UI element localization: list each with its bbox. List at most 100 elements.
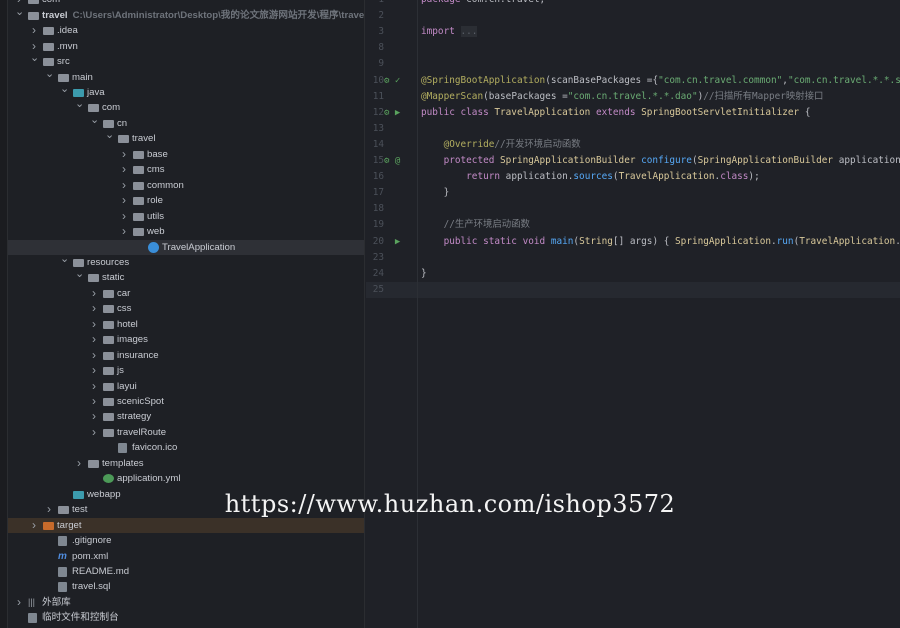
chevron-right-icon[interactable]: › <box>120 193 128 208</box>
tree-item[interactable]: application.yml <box>8 471 364 486</box>
tree-item[interactable]: ⌄ travel <box>8 128 364 146</box>
tree-item[interactable]: ⌄ resources <box>8 252 364 270</box>
chevron-down-icon[interactable]: ⌄ <box>60 82 69 97</box>
line-number: 2 <box>378 10 384 22</box>
tree-item[interactable]: ⌄ src <box>8 51 364 69</box>
chevron-right-icon[interactable]: › <box>75 456 83 471</box>
chevron-right-icon[interactable]: › <box>90 286 98 301</box>
code-line[interactable]: 13 <box>366 121 900 137</box>
tree-item[interactable]: › cms <box>8 162 364 177</box>
code-line[interactable]: 15 ⚙ @ protected SpringApplicationBuilder… <box>366 153 900 169</box>
code-line[interactable]: 11 @MapperScan(basePackages ="com.cn.trav… <box>366 89 900 105</box>
tree-item[interactable]: › templates <box>8 456 364 471</box>
tree-item[interactable]: › js <box>8 363 364 378</box>
tree-item[interactable]: › scenicSpot <box>8 394 364 409</box>
code-line[interactable]: 9 <box>366 56 900 72</box>
tree-item[interactable]: README.md <box>8 564 364 579</box>
tree-item[interactable]: › web <box>8 224 364 239</box>
tree-item[interactable]: ⌄ static <box>8 267 364 285</box>
code-line[interactable]: 8 <box>366 40 900 56</box>
tree-item[interactable]: ⌄ travel C:\Users\Administrator\Desktop\我的… <box>8 5 364 23</box>
tree-item[interactable]: › layui <box>8 379 364 394</box>
folder-icon <box>103 367 114 376</box>
tree-item[interactable]: › role <box>8 193 364 208</box>
tree-item[interactable]: › utils <box>8 209 364 224</box>
package-icon <box>133 197 144 206</box>
chevron-right-icon[interactable]: › <box>90 332 98 347</box>
chevron-down-icon[interactable]: ⌄ <box>75 267 84 282</box>
tree-item[interactable]: 临时文件和控制台 <box>8 610 364 625</box>
chevron-right-icon[interactable]: › <box>120 178 128 193</box>
chevron-down-icon[interactable]: ⌄ <box>90 113 99 128</box>
watermark: https://www.huzhan.com/ishop3572 <box>224 490 676 518</box>
line-number: 18 <box>372 203 384 215</box>
chevron-right-icon[interactable]: › <box>120 147 128 162</box>
code-line[interactable]: 16 return application.sources(TravelAppl… <box>366 169 900 185</box>
chevron-down-icon[interactable]: ⌄ <box>105 128 114 143</box>
code-line[interactable]: 14 @Override//开发环境启动函数 <box>366 137 900 153</box>
tree-item[interactable]: › .idea <box>8 23 364 38</box>
tree-item[interactable]: travel.sql <box>8 579 364 594</box>
chevron-right-icon[interactable]: › <box>90 363 98 378</box>
tree-item[interactable]: m pom.xml <box>8 549 364 564</box>
tree-item[interactable]: › images <box>8 332 364 347</box>
code-line[interactable]: 3 import ... <box>366 24 900 40</box>
tree-item[interactable]: › css <box>8 301 364 316</box>
tree-item[interactable]: › .mvn <box>8 39 364 54</box>
chevron-right-icon[interactable]: › <box>120 209 128 224</box>
tree-item[interactable]: › target <box>8 517 364 534</box>
tree-item[interactable]: ⌄ com <box>8 97 364 115</box>
tree-item[interactable]: › travelRoute <box>8 425 364 440</box>
chevron-down-icon[interactable]: ⌄ <box>75 97 84 112</box>
chevron-right-icon[interactable]: › <box>90 425 98 440</box>
tree-item[interactable]: › insurance <box>8 348 364 363</box>
tree-item[interactable]: › car <box>8 286 364 301</box>
code-line[interactable]: 1 package com.cn.travel; <box>366 0 900 8</box>
chevron-right-icon[interactable]: › <box>30 23 38 38</box>
chevron-right-icon[interactable]: › <box>120 224 128 239</box>
chevron-right-icon[interactable]: › <box>30 518 38 533</box>
tree-item[interactable]: › strategy <box>8 409 364 424</box>
gutter-run-icon[interactable]: ⚙ ▶ <box>384 105 400 121</box>
left-tool-strip[interactable] <box>0 0 8 628</box>
chevron-right-icon[interactable]: › <box>15 595 23 610</box>
gutter-run-icon[interactable]: ⚙ ✓ <box>384 73 400 89</box>
chevron-down-icon[interactable]: ⌄ <box>15 5 24 20</box>
code-line[interactable]: 18 <box>366 201 900 217</box>
folder-icon <box>58 73 69 82</box>
code-line[interactable]: 19 //生产环境启动函数 <box>366 217 900 233</box>
code-editor[interactable]: 1package com.cn.travel; 2 3import ...8910⚙… <box>366 0 900 628</box>
chevron-right-icon[interactable]: › <box>90 317 98 332</box>
chevron-right-icon[interactable]: › <box>90 348 98 363</box>
code-line[interactable]: 10 ⚙ ✓ @SpringBootApplication(scanBasePack… <box>366 73 900 89</box>
gutter-run-icon[interactable]: ▶ <box>384 234 400 250</box>
tree-item[interactable]: ›com <box>8 0 364 8</box>
chevron-right-icon[interactable]: › <box>90 409 98 424</box>
chevron-right-icon[interactable]: › <box>120 162 128 177</box>
tree-item[interactable]: ⌄ java <box>8 82 364 100</box>
chevron-down-icon[interactable]: ⌄ <box>30 51 39 66</box>
tree-item[interactable]: favicon.ico <box>8 440 364 455</box>
chevron-right-icon[interactable]: › <box>90 301 98 316</box>
chevron-right-icon[interactable]: › <box>90 379 98 394</box>
chevron-down-icon[interactable]: ⌄ <box>60 252 69 267</box>
tree-item[interactable]: .gitignore <box>8 533 364 548</box>
chevron-down-icon[interactable]: ⌄ <box>45 67 54 82</box>
tree-item-label: static <box>102 272 125 284</box>
tree-item[interactable]: › common <box>8 178 364 193</box>
tree-item[interactable]: › base <box>8 147 364 162</box>
code-line[interactable]: 12 ⚙ ▶ public class TravelApplication exte… <box>366 105 900 121</box>
tree-item[interactable]: ⌄ cn <box>8 113 364 131</box>
tree-item[interactable]: › ||| 外部库 <box>8 595 364 610</box>
class-icon <box>148 241 159 253</box>
project-tree[interactable]: ›com⌄travelC:\Users\Administrator\Deskto… <box>8 0 365 628</box>
code-line[interactable]: 25 <box>366 281 900 298</box>
chevron-right-icon[interactable]: › <box>90 394 98 409</box>
code-line[interactable]: 20 ▶ public static void main(String[] ar… <box>366 234 900 250</box>
code-line[interactable]: 23 <box>366 250 900 266</box>
gutter-run-icon[interactable]: ⚙ @ <box>384 153 400 169</box>
code-line[interactable]: 24} <box>366 266 900 282</box>
code-line[interactable]: 17 } <box>366 185 900 201</box>
tree-item[interactable]: › hotel <box>8 317 364 332</box>
code-line[interactable]: 2 <box>366 8 900 24</box>
